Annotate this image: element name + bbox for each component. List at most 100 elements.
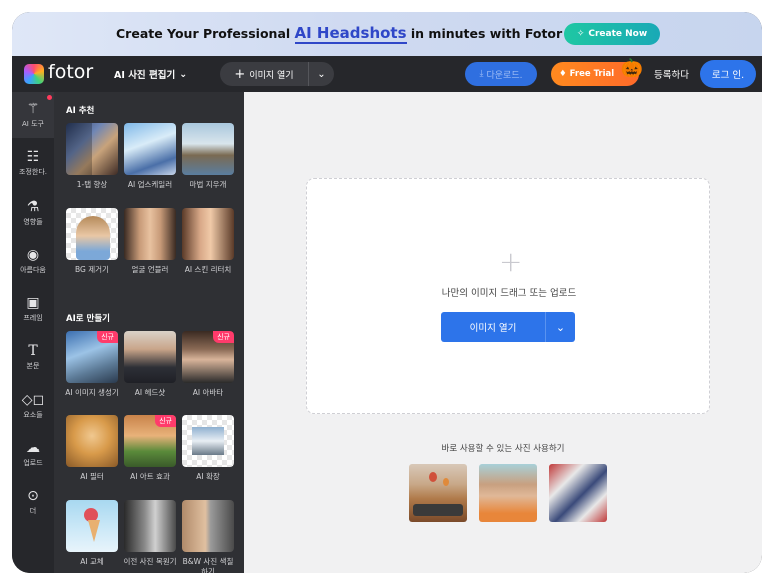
new-badge: 신규 — [213, 331, 234, 343]
tool-label: AI 아바타 — [192, 388, 224, 397]
promo-banner: Create Your Professional AI Headshots in… — [12, 12, 762, 56]
open-image-main-button[interactable]: 이미지 열기 — [441, 312, 545, 342]
canvas-area: + 나만의 이미지 드래그 또는 업로드 이미지 열기 ⌄ 바로 사용할 수 있… — [244, 92, 762, 573]
tool-bw-colorize[interactable]: B&W 사진 색칠하기 — [180, 500, 236, 573]
tool-thumbnail: 신규 — [182, 331, 234, 383]
tool-ai-headshot[interactable]: AI 헤드샷 — [122, 331, 178, 398]
rail-item-more[interactable]: ⊙ 더 — [12, 479, 54, 525]
rail-item-frame[interactable]: ▣ 프레임 — [12, 286, 54, 332]
tool-label: 이전 사진 복원기 — [123, 557, 177, 566]
sample-photo-flag[interactable] — [549, 464, 607, 522]
section-title-ai-recommend: AI 추천 — [66, 106, 95, 116]
open-image-split-button: 이미지 열기 ⌄ — [441, 312, 575, 342]
rail-item-beauty[interactable]: ◉ 아름다움 — [12, 238, 54, 284]
open-image-options-button[interactable]: ⌄ — [545, 312, 575, 342]
rail-item-effects[interactable]: ⚗ 영향들 — [12, 190, 54, 236]
tool-face-unblur[interactable]: 얼굴 언블러 — [122, 208, 178, 275]
tool-thumbnail — [182, 208, 234, 260]
fotor-logo-icon[interactable] — [24, 64, 44, 84]
rail-label: 업로드 — [23, 458, 43, 467]
tool-ai-upscaler[interactable]: AI 업스케일러 — [122, 123, 178, 190]
tool-label: BG 제거기 — [75, 265, 109, 274]
text-icon: T — [28, 342, 38, 359]
new-badge: 신규 — [97, 331, 118, 343]
open-image-dropdown[interactable]: ⌄ — [308, 62, 334, 86]
tool-thumbnail — [182, 415, 234, 467]
tool-thumbnail — [124, 500, 176, 552]
rail-item-upload[interactable]: ☁ 업로드 — [12, 431, 54, 477]
download-button[interactable]: ⤓ 다운로드. — [465, 62, 537, 86]
rail-label: 조정한다. — [19, 167, 47, 176]
tool-label: AI 이미지 생성기 — [65, 388, 119, 397]
rail-label: 아름다움 — [20, 265, 46, 274]
tool-ai-filter[interactable]: AI 필터 — [64, 415, 120, 482]
login-button[interactable]: 로그 인. — [700, 60, 756, 88]
notification-dot — [47, 95, 52, 100]
dropzone-text: 나만의 이미지 드래그 또는 업로드 — [441, 288, 577, 299]
tool-label: AI 업스케일러 — [127, 180, 173, 189]
ai-tools-panel: AI 추천 1-탭 향상 AI 업스케일러 마법 지우개 BG 제거기 얼굴 언… — [54, 92, 244, 573]
tool-thumbnail — [182, 123, 234, 175]
plus-icon: + — [499, 245, 523, 278]
tool-thumbnail — [66, 415, 118, 467]
chevron-down-icon: ⌄ — [317, 68, 326, 80]
sample-photo-portrait[interactable] — [479, 464, 537, 522]
rail-label: 요소들 — [23, 410, 43, 419]
sliders-icon: ☷ — [26, 148, 40, 165]
tool-bg-remover[interactable]: BG 제거기 — [64, 208, 120, 275]
rail-item-adjust[interactable]: ☷ 조정한다. — [12, 140, 54, 186]
create-now-label: Create Now — [588, 29, 648, 39]
editor-menu[interactable]: AI 사진 편집기 ⌄ — [114, 67, 188, 82]
tool-thumbnail — [66, 500, 118, 552]
rail-item-ai-tools[interactable]: ⚚ AI 도구 — [12, 92, 54, 138]
download-label: 다운로드. — [486, 70, 523, 81]
section-title-ai-create: AI로 만들기 — [66, 314, 110, 324]
register-link[interactable]: 등록하다 — [654, 67, 689, 81]
upload-dropzone[interactable]: + 나만의 이미지 드래그 또는 업로드 이미지 열기 ⌄ — [306, 178, 710, 414]
tool-label: 1-탭 향상 — [76, 180, 108, 189]
tool-label: AI 교체 — [80, 557, 104, 566]
tool-ai-skin-retouch[interactable]: AI 스킨 리터치 — [180, 208, 236, 275]
chevron-down-icon: ⌄ — [555, 320, 566, 334]
top-bar: fotor AI 사진 편집기 ⌄ + 이미지 열기 ⌄ ⤓ 다운로드. ♦ F… — [12, 56, 762, 92]
tool-magic-eraser[interactable]: 마법 지우개 — [180, 123, 236, 190]
tool-ai-art-effect[interactable]: 신규 AI 아트 효과 — [122, 415, 178, 482]
tool-ai-avatar[interactable]: 신규 AI 아바타 — [180, 331, 236, 398]
tool-ai-replace[interactable]: AI 교체 — [64, 500, 120, 567]
editor-menu-label: AI 사진 편집기 — [114, 70, 176, 81]
tool-one-tap-enhance[interactable]: 1-탭 향상 — [64, 123, 120, 190]
rail-label: 영향들 — [23, 217, 43, 226]
tool-old-photo-restorer[interactable]: 이전 사진 복원기 — [122, 500, 178, 567]
sample-photo-balloons[interactable] — [409, 464, 467, 522]
tool-label: AI 필터 — [80, 472, 104, 481]
rail-item-elements[interactable]: ◇◻ 요소들 — [12, 383, 54, 429]
open-image-button[interactable]: + 이미지 열기 — [220, 62, 308, 86]
open-image-label: 이미지 열기 — [249, 70, 294, 81]
chevron-down-icon: ⌄ — [179, 68, 188, 80]
tool-ai-expand[interactable]: AI 확장 — [180, 415, 236, 482]
tool-label: AI 헤드샷 — [134, 388, 166, 397]
banner-text-before: Create Your Professional — [116, 26, 295, 41]
tool-label: 얼굴 언블러 — [131, 265, 169, 274]
tool-rail: ⚚ AI 도구 ☷ 조정한다. ⚗ 영향들 ◉ 아름다움 ▣ 프레임 T 본문 … — [12, 92, 54, 573]
open-image-group: + 이미지 열기 ⌄ — [220, 62, 334, 86]
free-trial-button[interactable]: ♦ Free Trial 🎃 — [551, 58, 643, 86]
tool-label: AI 스킨 리터치 — [184, 265, 232, 274]
tool-thumbnail — [66, 208, 118, 260]
tool-label: AI 확장 — [196, 472, 220, 481]
eye-icon: ◉ — [26, 246, 40, 263]
tool-ai-image-generator[interactable]: 신규 AI 이미지 생성기 — [64, 331, 120, 398]
rail-item-text[interactable]: T 본문 — [12, 334, 54, 380]
download-icon: ⤓ — [479, 69, 484, 79]
plus-icon: + — [234, 66, 246, 82]
logo-text[interactable]: fotor — [48, 61, 93, 83]
magic-wand-icon: ⚚ — [26, 100, 40, 117]
sparkle-icon: ✧ — [576, 29, 585, 39]
frame-icon: ▣ — [26, 294, 40, 311]
tool-label: AI 아트 효과 — [130, 472, 170, 481]
rail-label: AI 도구 — [22, 119, 44, 128]
tool-label: B&W 사진 색칠하기 — [182, 557, 234, 573]
create-now-button[interactable]: ✧ Create Now — [564, 23, 660, 45]
banner-highlight: AI Headshots — [294, 24, 407, 44]
upload-cloud-icon: ☁ — [26, 439, 40, 456]
